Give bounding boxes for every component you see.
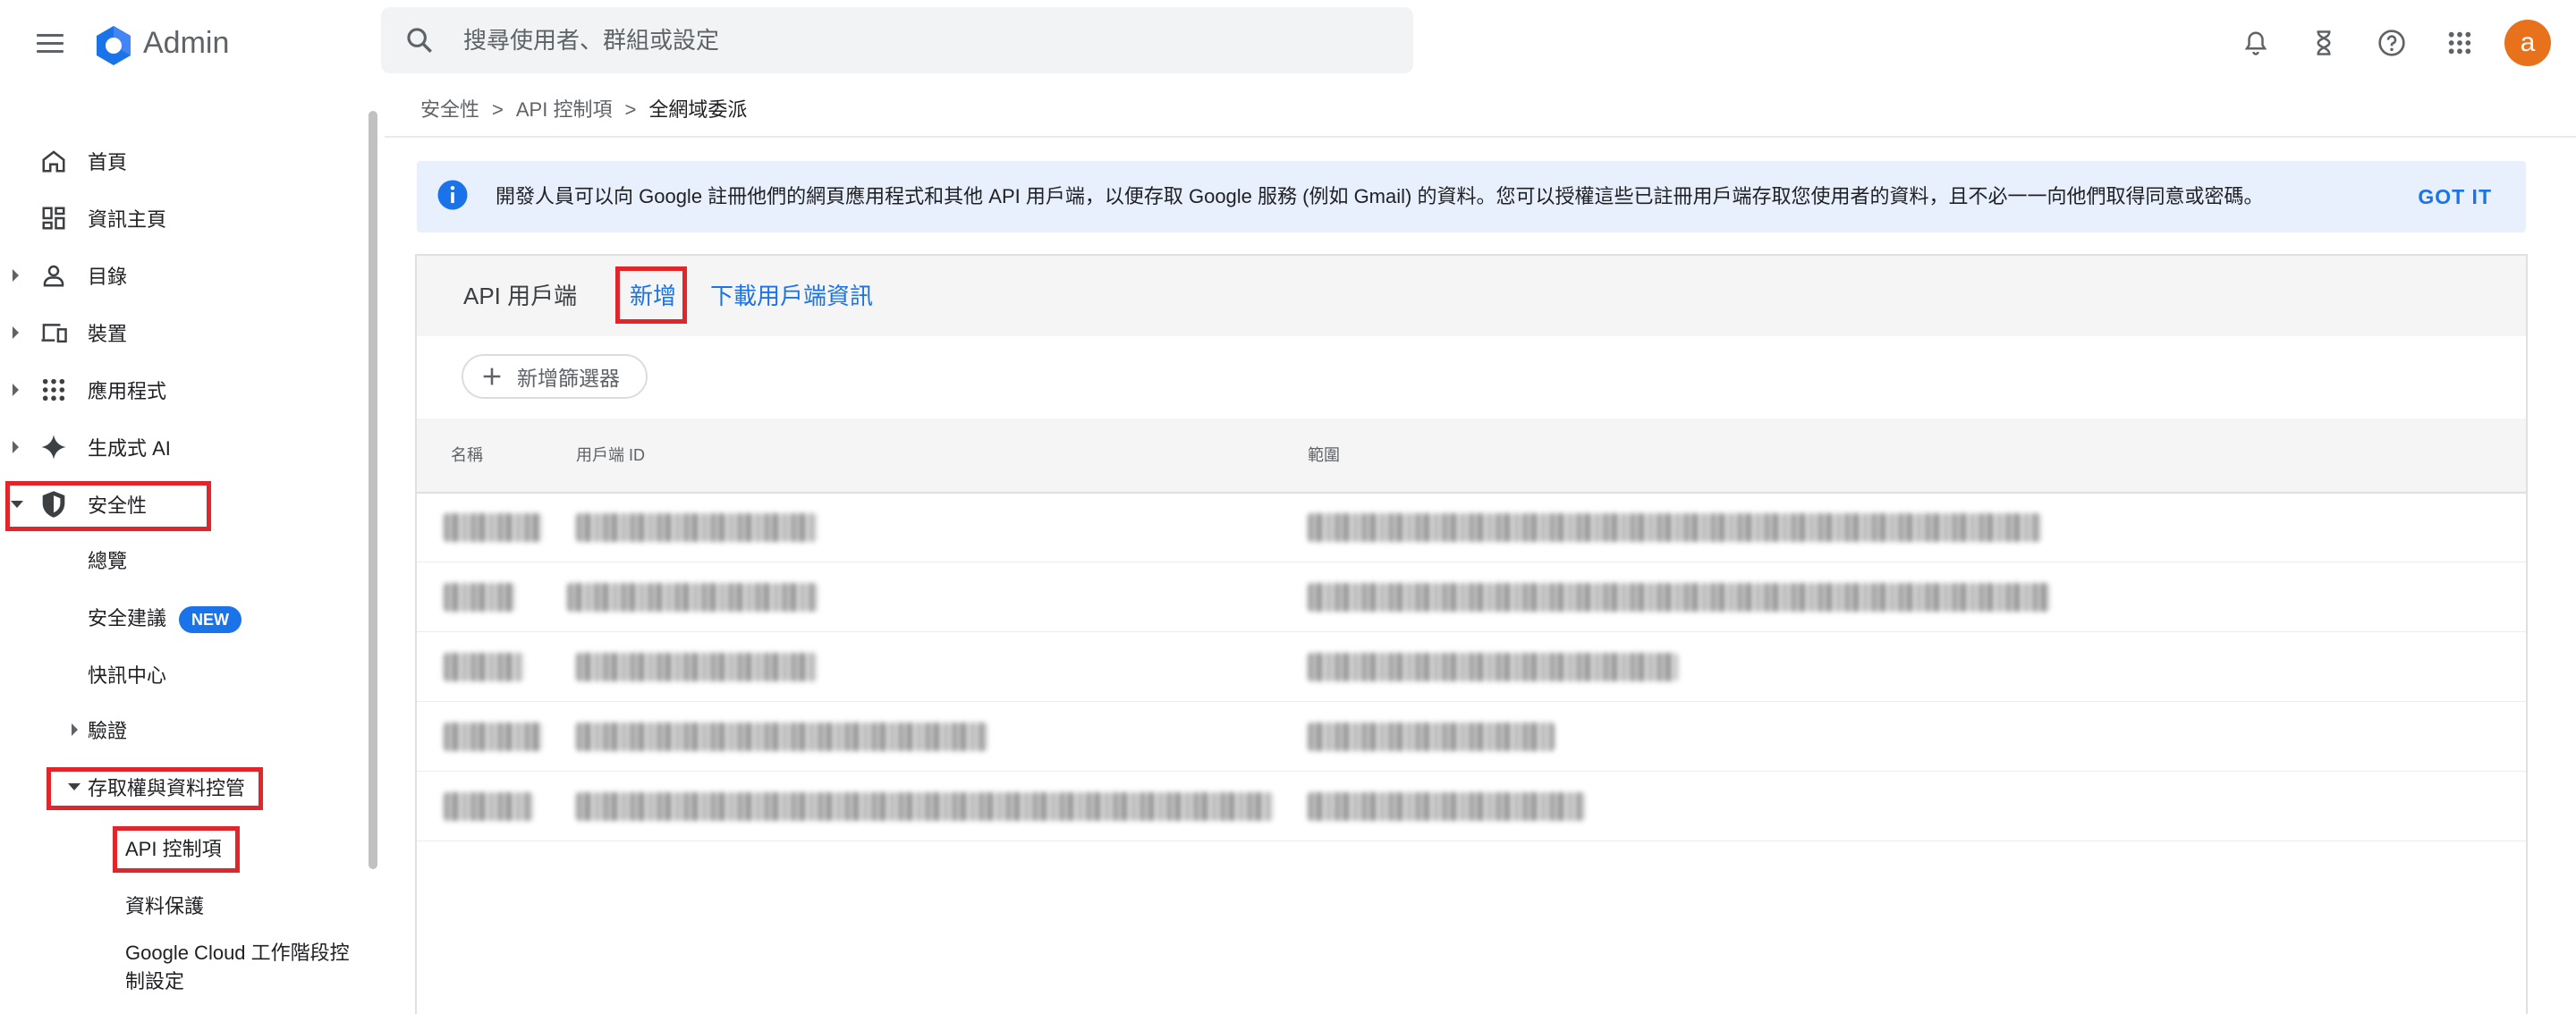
notifications-bell-icon[interactable] xyxy=(2236,23,2275,63)
table-header: 名稱 用戶端 ID 範圍 xyxy=(417,418,2526,494)
table-row[interactable] xyxy=(417,631,2526,702)
person-icon xyxy=(38,259,70,292)
redacted-client-id xyxy=(576,513,818,542)
sidebar-item-directory[interactable]: 目錄 xyxy=(0,250,358,300)
header-divider xyxy=(385,136,2576,138)
column-header-scopes[interactable]: 範圍 xyxy=(1308,444,1340,467)
banner-text: 開發人員可以向 Google 註冊他們的網頁應用程式和其他 API 用戶端，以便… xyxy=(496,185,2264,207)
sidebar-item-cloud-session-line1[interactable]: Google Cloud 工作階段控 xyxy=(125,940,350,967)
app-title[interactable]: Admin xyxy=(143,21,229,64)
redacted-client-id xyxy=(576,792,1274,821)
sidebar-item-label: 資訊主頁 xyxy=(88,208,167,231)
redacted-name xyxy=(444,792,533,821)
account-avatar[interactable]: a xyxy=(2504,20,2551,66)
card-header: API 用戶端 新增 下載用戶端資訊 xyxy=(417,256,2526,338)
sidebar-item-authentication[interactable]: 驗證 xyxy=(0,705,358,755)
table-row[interactable] xyxy=(417,562,2526,632)
sidebar-item-devices[interactable]: 裝置 xyxy=(0,308,358,358)
redacted-client-id xyxy=(567,583,818,612)
search-bar[interactable]: 搜尋使用者、群組或設定 xyxy=(381,7,1413,73)
redacted-name xyxy=(444,583,515,612)
got-it-button[interactable]: GOT IT xyxy=(2418,182,2492,211)
sidebar-item-dashboard[interactable]: 資訊主頁 xyxy=(0,193,358,243)
sparkle-icon xyxy=(38,431,70,463)
expand-caret-icon[interactable] xyxy=(13,326,19,339)
table-row[interactable] xyxy=(417,701,2526,772)
sidebar-item-label: 首頁 xyxy=(88,151,128,173)
breadcrumb-separator: > xyxy=(624,98,637,121)
breadcrumb-separator: > xyxy=(492,98,504,121)
main-menu-button[interactable] xyxy=(30,23,70,63)
sidebar-item-label: 應用程式 xyxy=(88,380,167,402)
redacted-client-id xyxy=(576,722,987,751)
card-title: API 用戶端 xyxy=(463,283,578,309)
breadcrumb-security[interactable]: 安全性 xyxy=(420,97,479,123)
sidebar-item-label: 生成式 AI xyxy=(88,437,171,460)
top-app-bar: Admin 搜尋使用者、群組或設定 a xyxy=(0,0,2576,86)
devices-icon xyxy=(38,317,70,349)
admin-logo-icon[interactable] xyxy=(91,23,136,68)
breadcrumb: 安全性 > API 控制項 > 全網域委派 xyxy=(420,97,747,123)
breadcrumb-current: 全網域委派 xyxy=(648,98,748,121)
redacted-scopes xyxy=(1308,583,2050,612)
expand-caret-icon[interactable] xyxy=(13,269,19,282)
column-header-client-id[interactable]: 用戶端 ID xyxy=(576,444,645,467)
sidebar-item-generative-ai[interactable]: 生成式 AI xyxy=(0,422,358,472)
redacted-name xyxy=(444,722,542,751)
filter-row: 新增篩選器 xyxy=(417,336,2526,420)
redacted-name xyxy=(444,513,542,542)
sidebar-item-data-protection[interactable]: 資料保護 xyxy=(125,893,204,920)
sidebar: 首頁 資訊主頁 目錄 裝置 應用程式 生成式 AI 安全性 總覽 安全建議 NE… xyxy=(0,86,367,1014)
expand-caret-icon[interactable] xyxy=(13,384,19,396)
info-banner: 開發人員可以向 Google 註冊他們的網頁應用程式和其他 API 用戶端，以便… xyxy=(417,161,2526,232)
redacted-scopes xyxy=(1308,513,2041,542)
sidebar-item-cloud-session-line2[interactable]: 制設定 xyxy=(125,968,184,995)
highlight-box-add-new xyxy=(615,266,687,324)
download-client-info-link[interactable]: 下載用戶端資訊 xyxy=(710,281,873,311)
search-placeholder: 搜尋使用者、群組或設定 xyxy=(463,27,720,54)
search-icon xyxy=(407,28,432,53)
sidebar-item-apps[interactable]: 應用程式 xyxy=(0,365,358,415)
tasks-hourglass-icon[interactable] xyxy=(2304,23,2343,63)
table-row[interactable] xyxy=(417,492,2526,562)
redacted-client-id xyxy=(576,653,818,681)
sidebar-item-home[interactable]: 首頁 xyxy=(0,136,358,186)
highlight-box-api-controls xyxy=(113,826,240,873)
apps-grid-icon xyxy=(38,374,70,406)
sidebar-item-security-recommendations[interactable]: 安全建議 xyxy=(88,605,166,632)
highlight-box-security xyxy=(5,481,211,531)
sidebar-item-alert-center[interactable]: 快訊中心 xyxy=(88,663,166,689)
sidebar-item-overview[interactable]: 總覽 xyxy=(88,548,127,575)
sidebar-scrollbar[interactable] xyxy=(369,111,377,869)
table-row[interactable] xyxy=(417,771,2526,841)
breadcrumb-api-controls[interactable]: API 控制項 xyxy=(516,97,613,123)
sidebar-item-label: 驗證 xyxy=(88,720,128,742)
new-badge: NEW xyxy=(179,606,242,633)
redacted-scopes xyxy=(1308,792,1585,821)
sidebar-item-label: 裝置 xyxy=(88,323,128,345)
highlight-box-access-data-control xyxy=(47,767,263,810)
add-filter-button[interactable]: 新增篩選器 xyxy=(462,354,648,399)
dashboard-icon xyxy=(38,202,70,234)
expand-caret-icon[interactable] xyxy=(13,441,19,453)
plus-icon xyxy=(483,368,501,385)
home-icon xyxy=(38,145,70,177)
sidebar-item-label: 目錄 xyxy=(88,266,128,288)
api-clients-card: API 用戶端 新增 下載用戶端資訊 新增篩選器 名稱 用戶端 ID 範圍 xyxy=(415,254,2528,1014)
redacted-scopes xyxy=(1308,722,1555,751)
help-icon[interactable] xyxy=(2372,23,2411,63)
info-icon xyxy=(437,180,468,210)
expand-caret-icon[interactable] xyxy=(72,723,78,736)
apps-grid-icon[interactable] xyxy=(2440,23,2479,63)
add-filter-label: 新增篩選器 xyxy=(517,367,620,390)
redacted-scopes xyxy=(1308,653,1678,681)
redacted-name xyxy=(444,653,524,681)
column-header-name[interactable]: 名稱 xyxy=(451,444,483,467)
